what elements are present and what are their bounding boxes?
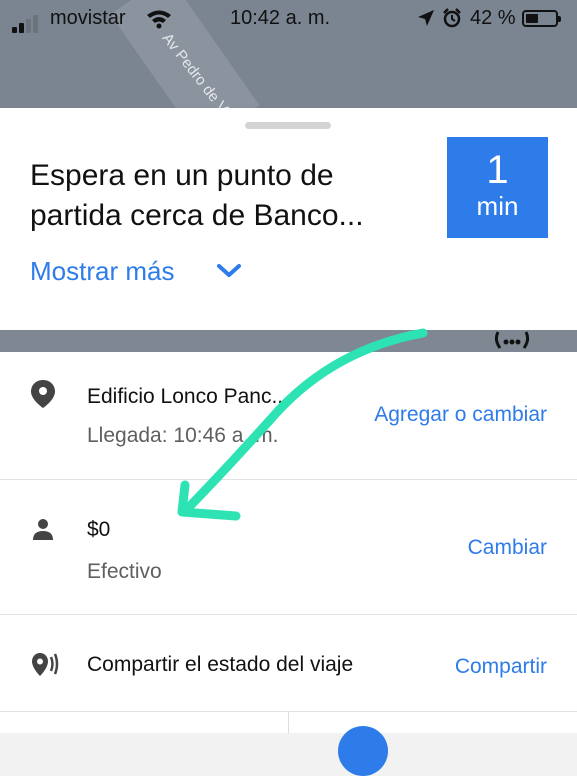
drag-handle[interactable]: [245, 122, 331, 129]
destination-row[interactable]: Edificio Lonco Panc... Llegada: 10:46 a.…: [0, 352, 577, 480]
person-icon: [30, 516, 56, 547]
trip-details-list: Edificio Lonco Panc... Llegada: 10:46 a.…: [0, 352, 577, 733]
share-status-row[interactable]: Compartir el estado del viaje Compartir: [0, 615, 577, 712]
location-pin-icon: [30, 379, 56, 414]
share-status-label: Compartir el estado del viaje: [87, 653, 354, 676]
show-more-link[interactable]: Mostrar más: [30, 256, 174, 287]
chevron-down-icon[interactable]: [216, 262, 242, 285]
location-arrow-icon: [417, 9, 435, 33]
arrival-time: Llegada: 10:46 a. m.: [87, 424, 279, 447]
share-status-icon: [30, 652, 60, 683]
pickup-wait-card: Espera en un punto de partida cerca de B…: [0, 108, 577, 330]
change-payment-link[interactable]: Cambiar: [468, 536, 547, 560]
share-link[interactable]: Compartir: [455, 655, 547, 679]
radar-icon: [494, 330, 530, 350]
carrier-name: movistar: [50, 7, 126, 29]
battery-icon: [522, 10, 561, 27]
bottom-action-button[interactable]: [338, 726, 388, 776]
eta-value: 1: [486, 148, 509, 192]
map-sliver: [0, 330, 577, 352]
payment-row[interactable]: $0 Efectivo Cambiar: [0, 480, 577, 615]
fare-amount: $0: [87, 518, 111, 541]
payment-method: Efectivo: [87, 560, 162, 583]
status-bar: movistar 10:42 a. m. 42 %: [0, 0, 577, 38]
signal-icon: [12, 10, 40, 33]
battery-percent: 42 %: [470, 7, 516, 29]
status-time: 10:42 a. m.: [230, 7, 331, 29]
bottom-divider: [288, 712, 289, 733]
wait-instruction-title: Espera en un punto de partida cerca de B…: [30, 159, 364, 232]
eta-badge: 1 min: [447, 137, 548, 238]
add-or-change-destination-link[interactable]: Agregar o cambiar: [374, 403, 547, 427]
alarm-icon: [442, 8, 462, 34]
eta-unit: min: [476, 191, 519, 221]
destination-name: Edificio Lonco Panc...: [87, 385, 289, 408]
wifi-icon: [146, 9, 172, 35]
